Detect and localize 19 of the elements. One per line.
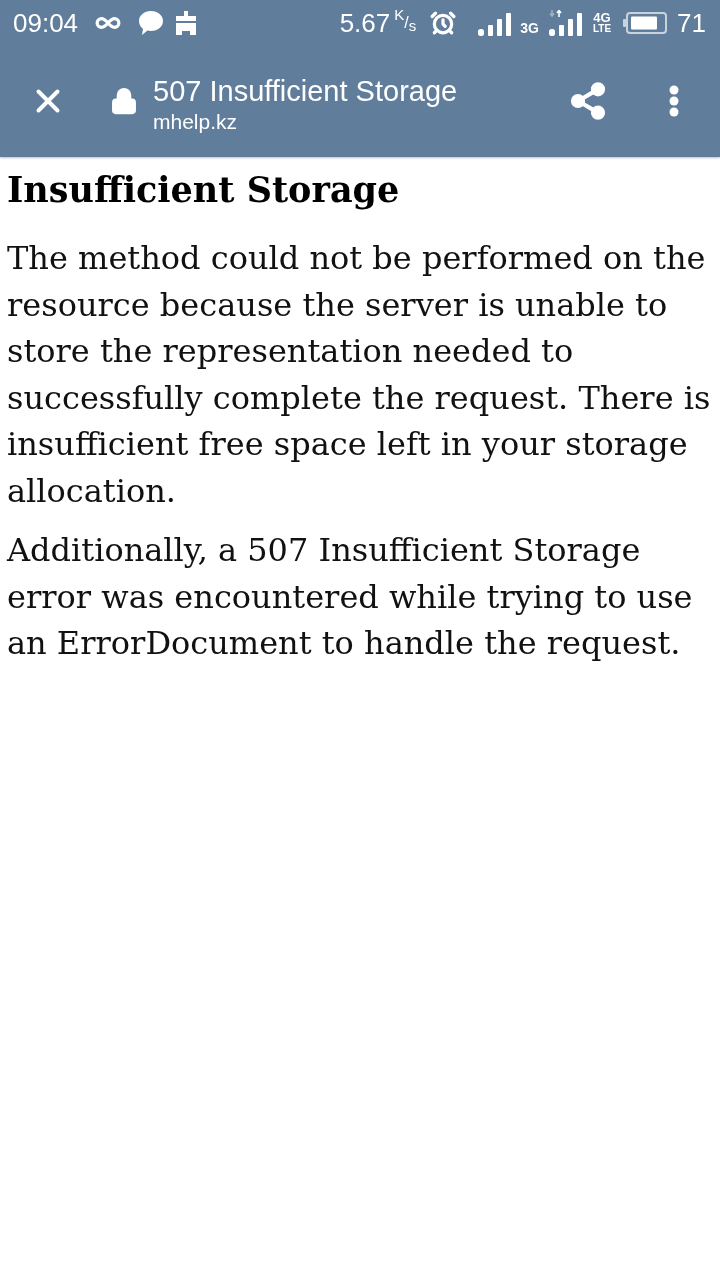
network-type: LTE — [592, 24, 612, 34]
calendar-icon — [176, 10, 197, 35]
more-vertical-icon — [669, 85, 679, 117]
paragraph: Additionally, a 507 Insufficient Storage error was encountered while trying to use an ErrorDocument to handle the request. — [7, 530, 694, 664]
share-icon — [568, 81, 608, 121]
battery-icon — [623, 11, 668, 34]
page-heading: Insufficient Storage — [7, 169, 401, 211]
clock-time: 09:04 — [13, 9, 79, 36]
network-speed: 5.67 — [339, 9, 391, 36]
signal-bars-icon — [548, 9, 583, 36]
page-title: 507 Insufficient Storage — [153, 74, 459, 109]
page-url: mhelp.kz — [153, 109, 239, 135]
battery-percent: 71 — [677, 9, 706, 36]
alarm-clock-icon — [430, 9, 457, 36]
chat-bubble-icon — [138, 9, 165, 36]
network-type: 4G — [593, 11, 611, 24]
paragraph: The method could not be performed on the resource because the server is unable to store the representation needed to successfully complete the request. There is insufficient free space left in your storage allocation. — [7, 238, 712, 512]
network-type: 3G — [520, 20, 539, 35]
lock-icon — [110, 86, 138, 116]
